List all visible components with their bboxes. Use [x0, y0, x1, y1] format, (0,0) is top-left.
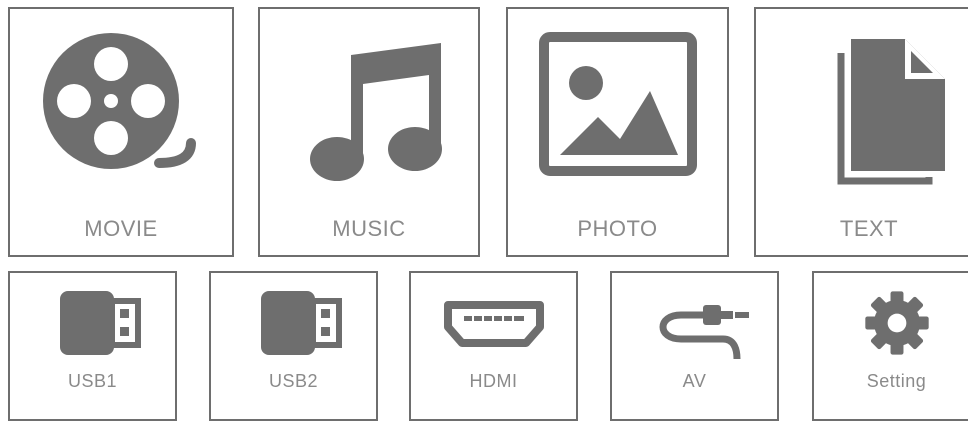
usb1-label: USB1	[67, 371, 118, 391]
av-label: AV	[682, 371, 707, 391]
usb1-tile[interactable]: USB1	[8, 271, 177, 421]
setting-tile[interactable]: Setting	[812, 271, 968, 421]
av-cable-icon	[659, 305, 749, 359]
setting-label: Setting	[866, 371, 927, 391]
photo-tile[interactable]: PHOTO	[506, 7, 729, 257]
music-note-icon	[310, 43, 442, 181]
photo-label: PHOTO	[577, 216, 658, 241]
av-tile[interactable]: AV	[610, 271, 779, 421]
music-tile[interactable]: MUSIC	[258, 7, 480, 257]
hdmi-label: HDMI	[469, 371, 518, 391]
film-reel-icon	[43, 33, 196, 169]
text-label: TEXT	[839, 216, 899, 241]
usb-icon	[59, 291, 141, 355]
music-label: MUSIC	[332, 216, 406, 241]
gear-icon	[864, 291, 929, 355]
movie-tile[interactable]: MOVIE	[8, 7, 234, 257]
usb2-tile[interactable]: USB2	[209, 271, 378, 421]
document-icon	[837, 39, 945, 185]
usb-icon	[260, 291, 342, 355]
text-tile[interactable]: TEXT	[754, 7, 968, 257]
movie-label: MOVIE	[84, 216, 158, 241]
usb2-label: USB2	[268, 371, 319, 391]
image-icon	[538, 32, 697, 176]
hdmi-icon	[443, 301, 544, 347]
hdmi-tile[interactable]: HDMI	[409, 271, 578, 421]
